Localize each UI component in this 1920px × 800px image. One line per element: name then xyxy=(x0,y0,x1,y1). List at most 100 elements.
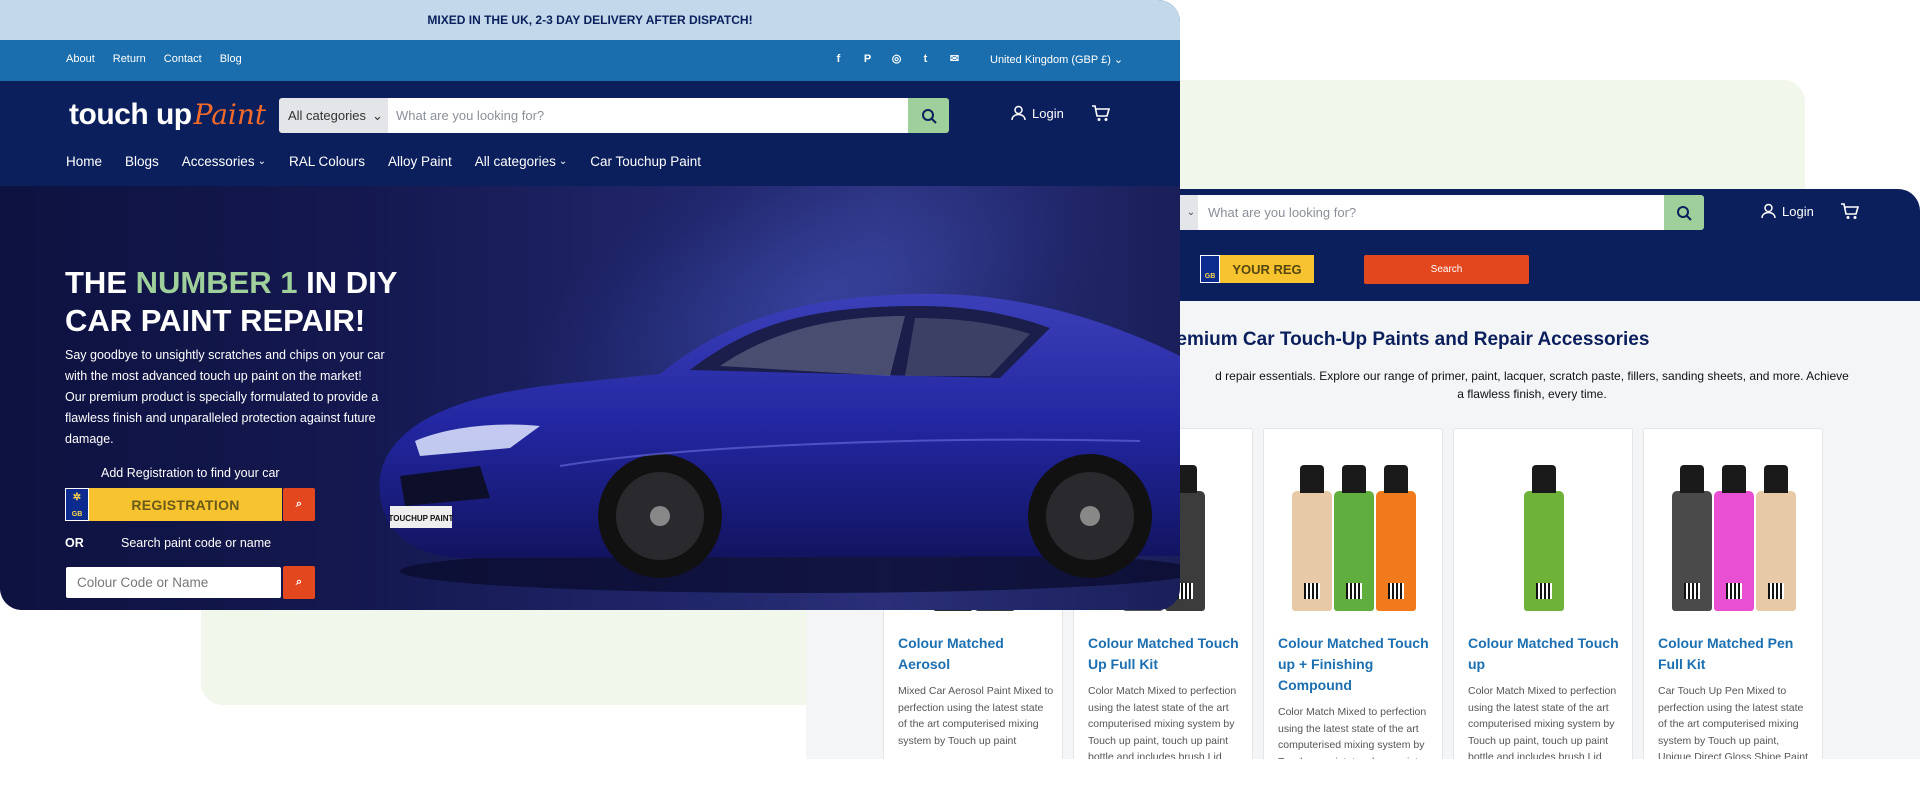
nav-item-blogs[interactable]: Blogs xyxy=(125,154,159,169)
utility-bar: About Return Contact Blog f P ◎ t ✉ United King… xyxy=(0,40,1180,81)
paint-bottle-icon xyxy=(1672,465,1712,611)
qr-code-icon xyxy=(1346,583,1362,599)
email-icon[interactable]: ✉ xyxy=(948,52,961,65)
hero-title-highlight: NUMBER 1 xyxy=(135,265,298,300)
product-title[interactable]: Colour Matched Touch up xyxy=(1468,633,1626,675)
nav-item-car-touchup-paint[interactable]: Car Touchup Paint xyxy=(590,154,701,169)
instagram-icon[interactable]: ◎ xyxy=(890,52,903,65)
collection-search-input[interactable]: What are you looking for? xyxy=(1198,195,1666,230)
collection-cart-button[interactable] xyxy=(1840,202,1860,225)
eu-stars-icon: ✲ xyxy=(72,492,82,503)
qr-code-icon xyxy=(1388,583,1404,599)
product-description: Color Match Mixed to perfection using th… xyxy=(1088,685,1237,759)
bottle-cap xyxy=(1342,465,1366,493)
hero-paragraph: Say goodbye to unsightly scratches and c… xyxy=(65,348,385,446)
logo-text-primary: touch up xyxy=(69,98,192,131)
nav-item-ral-colours[interactable]: RAL Colours xyxy=(289,154,365,169)
product-image xyxy=(1466,447,1622,611)
facebook-icon[interactable]: f xyxy=(832,52,845,65)
paint-bottle-icon xyxy=(1292,465,1332,611)
nav-item-home[interactable]: Home xyxy=(66,154,102,169)
eu-flag-badge: GB xyxy=(1200,255,1220,283)
nav-item-label: RAL Colours xyxy=(288,154,365,169)
colour-code-input[interactable]: Colour Code or Name xyxy=(66,567,281,598)
cart-button[interactable] xyxy=(1091,104,1111,127)
search-icon xyxy=(1677,205,1692,221)
nav-item-label: Alloy Paint xyxy=(388,154,452,169)
chevron-down-icon: ⌄ xyxy=(257,156,266,167)
product-image xyxy=(1276,447,1432,611)
search-icon: ⌕ xyxy=(295,576,303,588)
composite-stage: ⌄ What are you looking for? Login GB YOU… xyxy=(0,0,1920,800)
social-links: f P ◎ t ✉ xyxy=(832,52,961,66)
product-description: Color Match Mixed to perfection using th… xyxy=(1468,685,1617,759)
paint-search-label: Search paint code or name xyxy=(121,536,272,550)
login-label: Login xyxy=(1782,203,1814,219)
site-logo[interactable]: touch up Paint xyxy=(69,98,266,138)
product-title[interactable]: Colour Matched Touch Up Full Kit xyxy=(1088,633,1246,675)
utility-link-contact[interactable]: Contact xyxy=(164,53,202,65)
nav-item-alloy-paint[interactable]: Alloy Paint xyxy=(388,154,452,169)
description-line: a flawless finish, every time. xyxy=(1457,387,1607,401)
chevron-down-icon: ⌄ xyxy=(372,107,383,123)
utility-links: About Return Contact Blog xyxy=(66,53,242,65)
colour-code-search-button[interactable]: ⌕ xyxy=(283,566,315,599)
paint-bottle-icon xyxy=(1524,465,1564,611)
utility-link-blog[interactable]: Blog xyxy=(220,53,242,65)
product-title[interactable]: Colour Matched Pen Full Kit xyxy=(1658,633,1816,675)
bottle-cap xyxy=(1764,465,1788,493)
tumblr-icon[interactable]: t xyxy=(919,52,932,65)
pinterest-icon[interactable]: P xyxy=(861,52,874,65)
hero-title-line2: CAR PAINT REPAIR! xyxy=(65,303,366,338)
paint-bottle-icon xyxy=(1756,465,1796,611)
nav-item-accessories[interactable]: Accessories ⌄ xyxy=(182,154,266,169)
search-input[interactable]: What are you looking for? xyxy=(388,98,908,133)
blue-car-image: TOUCHUP PAINT xyxy=(379,293,1180,593)
login-label: Login xyxy=(1032,105,1064,121)
logo-text-script: Paint xyxy=(193,98,267,131)
category-select[interactable]: All categories ⌄ xyxy=(279,98,388,133)
product-card[interactable]: Colour Matched Touch up + Finishing Comp… xyxy=(1263,428,1443,759)
chevron-down-icon: ⌄ xyxy=(1113,54,1124,66)
qr-code-icon xyxy=(1768,583,1784,599)
product-description: Color Match Mixed to perfection using th… xyxy=(1278,706,1427,759)
nav-item-all-categories[interactable]: All categories ⌄ xyxy=(475,154,567,169)
qr-code-icon xyxy=(1684,583,1700,599)
bottle-cap xyxy=(1384,465,1408,493)
or-label: OR xyxy=(65,536,84,550)
reg-search-button[interactable]: Search xyxy=(1364,255,1529,284)
bottle-cap xyxy=(1680,465,1704,493)
qr-code-icon xyxy=(1726,583,1742,599)
utility-link-about[interactable]: About xyxy=(66,53,95,65)
country-selector[interactable]: United Kingdom (GBP £) ⌄ xyxy=(990,53,1123,66)
login-link[interactable]: Login xyxy=(1011,105,1064,121)
eu-flag-badge: ✲ GB xyxy=(65,488,89,521)
paint-bottle-icon xyxy=(1714,465,1754,611)
reg-input[interactable]: YOUR REG xyxy=(1220,255,1314,283)
search-button[interactable] xyxy=(908,98,949,133)
product-card[interactable]: Colour Matched Pen Full Kit Car Touch Up … xyxy=(1643,428,1823,759)
nav-item-label: Car Touchup Paint xyxy=(590,154,702,169)
collection-login-link[interactable]: Login xyxy=(1761,203,1814,219)
plate-text: TOUCHUP PAINT xyxy=(389,514,454,523)
product-card[interactable]: Colour Matched Touch up Color Match Mixed… xyxy=(1453,428,1633,759)
description-line: d repair essentials. Explore our range o… xyxy=(1215,369,1849,383)
paint-bottle-icon xyxy=(1376,465,1416,611)
nav-item-label: Home xyxy=(66,154,103,169)
registration-input[interactable]: REGISTRATION xyxy=(89,488,282,521)
product-title[interactable]: Colour Matched Touch up + Finishing Comp… xyxy=(1278,633,1436,696)
homepage-screenshot: MIXED IN THE UK, 2-3 DAY DELIVERY AFTER … xyxy=(0,0,1180,610)
announcement-bar: MIXED IN THE UK, 2-3 DAY DELIVERY AFTER … xyxy=(0,0,1180,40)
search-icon: ⌕ xyxy=(295,498,303,510)
paint-bottle-icon xyxy=(1334,465,1374,611)
product-description: Mixed Car Aerosol Paint Mixed to perfect… xyxy=(898,685,1054,747)
qr-code-icon xyxy=(1536,583,1552,599)
nav-item-label: Accessories xyxy=(181,154,255,169)
collection-search-button[interactable] xyxy=(1664,195,1704,230)
product-title[interactable]: Colour Matched Aerosol xyxy=(898,633,1056,675)
registration-search-button[interactable]: ⌕ xyxy=(283,488,315,521)
country-label: United Kingdom (GBP £) xyxy=(990,54,1111,66)
utility-link-return[interactable]: Return xyxy=(113,53,146,65)
reg-label: Add Registration to find your car xyxy=(101,466,280,480)
product-image xyxy=(1656,447,1812,611)
